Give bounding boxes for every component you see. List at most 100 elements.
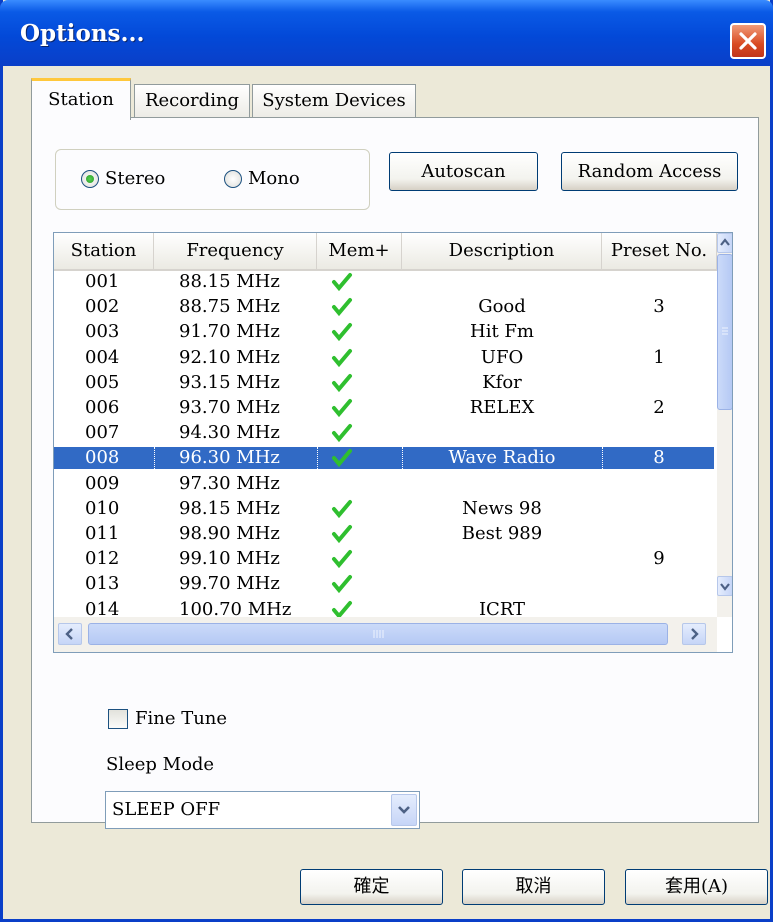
description-cell: Kfor <box>482 372 522 393</box>
sleep-mode-select[interactable]: SLEEP OFF <box>105 791 420 829</box>
frequency-cell: 91.70 MHz <box>179 321 280 342</box>
table-row[interactable]: 013 99.70 MHz <box>54 573 714 595</box>
window-title: Options... <box>20 20 145 47</box>
station-cell: 006 <box>85 397 120 418</box>
description-cell <box>402 548 602 570</box>
preset-cell: 1 <box>653 347 665 368</box>
station-cell: 014 <box>85 599 120 617</box>
description-cell: Hit Fm <box>470 321 534 342</box>
scroll-right-button[interactable] <box>682 623 706 645</box>
ok-button[interactable]: 確定 <box>300 869 443 905</box>
table-row[interactable]: 008 96.30 MHz Wave Radio 8 <box>54 446 714 470</box>
table-row[interactable]: 005 93.15 MHz Kfor <box>54 372 714 394</box>
table-row[interactable]: 014 100.70 MHz ICRT <box>54 599 714 617</box>
frequency-cell: 88.15 MHz <box>179 271 280 292</box>
frequency-cell: 93.70 MHz <box>179 397 280 418</box>
table-row[interactable]: 001 88.15 MHz <box>54 271 714 293</box>
table-row[interactable]: 007 94.30 MHz <box>54 422 714 444</box>
grip-icon <box>722 327 728 335</box>
sleep-mode-value: SLEEP OFF <box>112 799 221 820</box>
column-header-frequency[interactable]: Frequency <box>154 233 317 269</box>
preset-cell: 2 <box>653 397 665 418</box>
apply-button[interactable]: 套用(A) <box>625 869 768 905</box>
mem-cell <box>331 321 371 343</box>
table-row[interactable]: 011 98.90 MHz Best 989 <box>54 523 714 545</box>
station-cell: 004 <box>85 347 120 368</box>
mem-cell <box>331 296 371 318</box>
table-row[interactable]: 010 98.15 MHz News 98 <box>54 498 714 520</box>
description-cell <box>402 573 602 595</box>
column-separator <box>402 447 404 469</box>
column-header-description[interactable]: Description <box>402 233 602 269</box>
scroll-up-button[interactable] <box>717 233 732 253</box>
preset-cell <box>614 321 704 343</box>
checkmark-icon <box>332 575 352 594</box>
checkmark-icon <box>332 349 352 368</box>
description-cell: Best 989 <box>461 523 543 544</box>
audio-mode-group: Stereo Mono <box>55 149 370 210</box>
table-row[interactable]: 002 88.75 MHz Good 3 <box>54 296 714 318</box>
tab-station[interactable]: Station <box>31 78 131 120</box>
frequency-cell: 97.30 MHz <box>179 473 280 494</box>
vertical-scrollbar[interactable] <box>717 233 732 617</box>
station-cell: 007 <box>85 422 120 443</box>
stereo-radio[interactable]: Stereo <box>81 165 191 195</box>
checkmark-icon <box>332 449 352 468</box>
table-row[interactable]: 006 93.70 MHz RELEX 2 <box>54 397 714 419</box>
checkmark-icon <box>332 601 352 617</box>
vertical-scroll-thumb[interactable] <box>717 254 732 410</box>
dropdown-button[interactable] <box>391 794 417 826</box>
preset-cell: 8 <box>653 447 665 468</box>
preset-cell <box>614 372 704 394</box>
station-cell: 005 <box>85 372 120 393</box>
description-cell: Wave Radio <box>448 447 556 468</box>
station-cell: 012 <box>85 548 120 569</box>
list-header: Station Frequency Mem+ Description Prese… <box>54 233 717 271</box>
tab-recording[interactable]: Recording <box>134 84 250 118</box>
preset-cell <box>614 599 704 617</box>
preset-cell <box>614 498 704 520</box>
mono-radio[interactable]: Mono <box>224 165 324 195</box>
description-cell: Good <box>478 296 526 317</box>
description-cell: News 98 <box>462 498 542 519</box>
table-row[interactable]: 003 91.70 MHz Hit Fm <box>54 321 714 343</box>
station-list[interactable]: Station Frequency Mem+ Description Prese… <box>53 232 733 653</box>
table-row[interactable]: 009 97.30 MHz <box>54 473 714 495</box>
mem-cell <box>331 271 371 293</box>
frequency-cell: 98.90 MHz <box>179 523 280 544</box>
column-header-station[interactable]: Station <box>54 233 154 269</box>
mem-cell <box>331 422 371 444</box>
checkmark-icon <box>332 500 352 519</box>
frequency-cell: 96.30 MHz <box>179 447 280 468</box>
fine-tune-label: Fine Tune <box>135 708 228 729</box>
column-header-preset[interactable]: Preset No. <box>602 233 717 269</box>
station-cell: 003 <box>85 321 120 342</box>
checkmark-icon <box>332 298 352 317</box>
table-row[interactable]: 004 92.10 MHz UFO 1 <box>54 347 714 369</box>
checkmark-icon <box>332 550 352 569</box>
station-cell: 009 <box>85 473 120 494</box>
random-access-button[interactable]: Random Access <box>561 152 738 191</box>
chevron-down-icon <box>398 806 410 814</box>
horizontal-scroll-thumb[interactable] <box>88 623 668 645</box>
close-button[interactable] <box>730 23 766 59</box>
sleep-mode-label: Sleep Mode <box>106 754 215 775</box>
close-icon <box>739 32 757 50</box>
title-bar: Options... <box>0 0 773 66</box>
tab-system-devices[interactable]: System Devices <box>252 84 416 118</box>
description-cell <box>402 422 602 444</box>
mem-cell <box>331 599 371 617</box>
autoscan-button[interactable]: Autoscan <box>389 152 538 191</box>
column-header-mem[interactable]: Mem+ <box>317 233 402 269</box>
frequency-cell: 93.15 MHz <box>179 372 280 393</box>
frequency-cell: 98.15 MHz <box>179 498 280 519</box>
preset-cell <box>614 422 704 444</box>
table-row[interactable]: 012 99.10 MHz 9 <box>54 548 714 570</box>
scroll-left-button[interactable] <box>58 623 82 645</box>
scroll-down-button[interactable] <box>717 576 732 596</box>
description-cell: RELEX <box>469 397 535 418</box>
preset-cell: 9 <box>653 548 665 569</box>
cancel-button[interactable]: 取消 <box>462 869 605 905</box>
column-separator <box>154 447 156 469</box>
horizontal-scrollbar[interactable] <box>54 617 717 652</box>
